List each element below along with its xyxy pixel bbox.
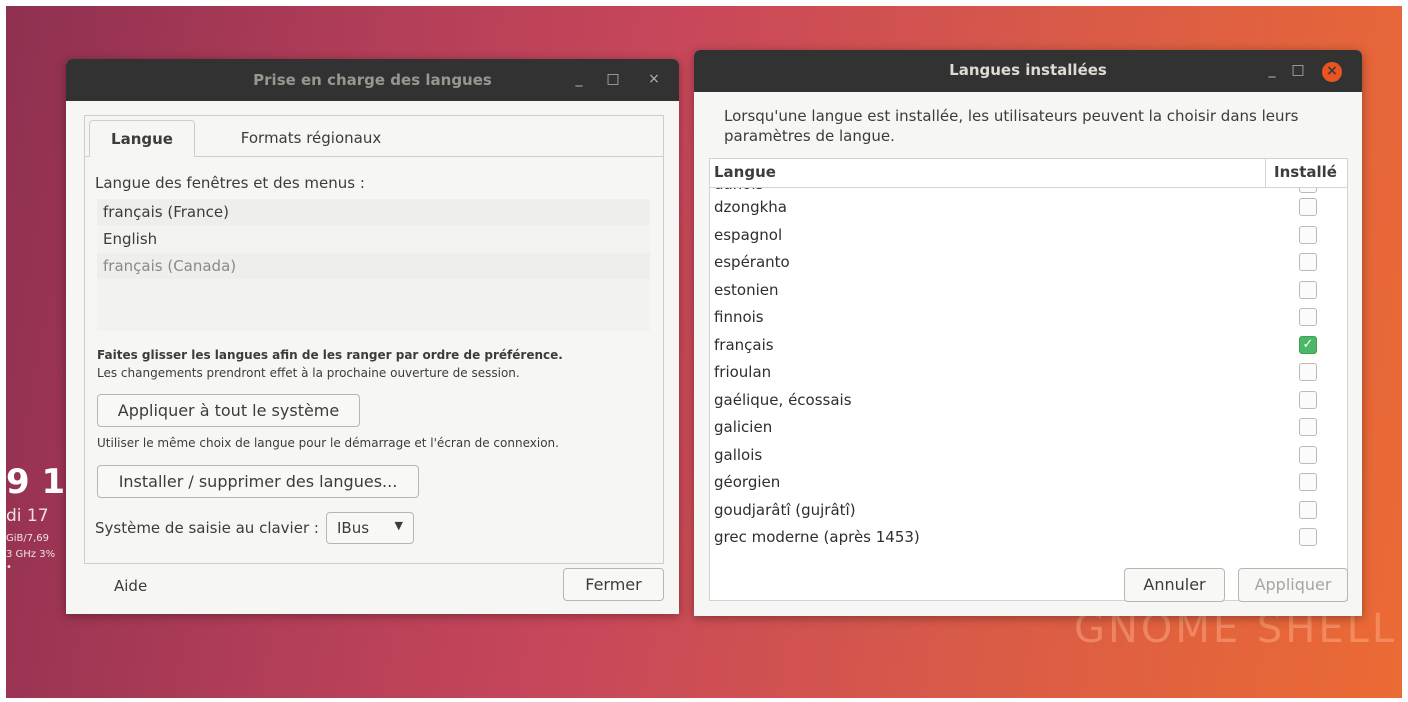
row-language-name: finnois [714, 308, 764, 326]
installed-checkbox[interactable] [1299, 280, 1317, 299]
installed-checkbox[interactable] [1299, 198, 1317, 216]
column-header-language[interactable]: Langue [714, 163, 776, 181]
column-divider [1265, 159, 1266, 187]
installed-checkbox[interactable] [1299, 473, 1317, 491]
maximize-icon[interactable]: □ [603, 69, 623, 89]
table-row[interactable]: galicien [710, 414, 1347, 442]
row-language-name: grec moderne (après 1453) [714, 528, 920, 546]
input-method-value: IBus [337, 519, 370, 537]
tab-regional-formats[interactable]: Formats régionaux [221, 120, 401, 156]
table-row[interactable]: gaélique, écossais [710, 387, 1347, 415]
minimize-icon[interactable]: _ [569, 69, 589, 89]
effect-hint: Les changements prendront effet à la pro… [97, 366, 520, 380]
installed-checkbox[interactable] [1299, 418, 1317, 436]
row-language-name: galicien [714, 418, 773, 436]
input-method-label: Système de saisie au clavier : [95, 519, 319, 537]
tab-panel: Langue Formats régionaux Langue des fenê… [84, 115, 664, 564]
installed-checkbox[interactable] [1299, 363, 1317, 381]
installed-checkbox[interactable] [1299, 253, 1317, 271]
installed-checkbox[interactable] [1299, 528, 1317, 546]
row-language-name: estonien [714, 280, 779, 299]
language-support-window: Prise en charge des langues _ □ × Langue… [66, 59, 679, 614]
tab-language[interactable]: Langue [89, 120, 195, 157]
table-row[interactable]: dzongkha [710, 194, 1347, 222]
close-icon[interactable]: × [1322, 62, 1342, 82]
table-row[interactable]: estonien [710, 277, 1347, 305]
description-text: Lorsqu'une langue est installée, les uti… [724, 107, 1299, 145]
install-remove-languages-button[interactable]: Installer / supprimer des langues... [97, 465, 419, 498]
row-language-name: goudjarâtî (gujrâtî) [714, 500, 856, 519]
row-language-name: gallois [714, 445, 763, 464]
help-link[interactable]: Aide [114, 577, 147, 595]
row-language-name: espéranto [714, 253, 790, 271]
table-row[interactable]: goudjarâtî (gujrâtî) [710, 497, 1347, 525]
installed-checkbox[interactable] [1299, 308, 1317, 326]
installed-languages-window: Langues installées _ □ × Lorsqu'une lang… [694, 50, 1362, 616]
row-language-name: français [714, 335, 774, 354]
installed-checkbox-checked[interactable]: ✓ [1299, 335, 1317, 354]
table-row[interactable]: français ✓ [710, 332, 1347, 360]
installed-checkbox[interactable] [1299, 500, 1317, 519]
close-button[interactable]: Fermer [563, 568, 664, 601]
list-item[interactable]: English [97, 226, 650, 252]
titlebar[interactable]: Langues installées _ □ × [694, 50, 1362, 92]
list-item[interactable]: français (Canada) [97, 253, 650, 279]
cancel-button[interactable]: Annuler [1124, 568, 1225, 602]
tab-bar: Langue Formats régionaux [85, 116, 663, 157]
row-language-name: géorgien [714, 473, 781, 491]
apply-system-wide-button[interactable]: Appliquer à tout le système [97, 394, 360, 427]
menu-language-label: Langue des fenêtres et des menus : [95, 174, 365, 192]
maximize-icon[interactable]: □ [1288, 60, 1308, 80]
installed-checkbox[interactable] [1299, 445, 1317, 464]
table-row[interactable]: frioulan [710, 359, 1347, 387]
close-icon[interactable]: × [644, 69, 664, 89]
drag-hint: Faites glisser les langues afin de les r… [97, 348, 563, 362]
chevron-down-icon: ▼ [394, 519, 403, 532]
table-row[interactable]: espéranto [710, 249, 1347, 277]
row-language-name: frioulan [714, 363, 772, 381]
conky-date: di 17 [6, 506, 49, 526]
login-hint: Utiliser le même choix de langue pour le… [97, 436, 559, 450]
installed-checkbox[interactable] [1299, 225, 1317, 244]
table-header: Langue Installé [710, 159, 1347, 188]
language-order-list[interactable]: français (France) English français (Cana… [97, 199, 650, 331]
column-header-installed[interactable]: Installé [1274, 163, 1337, 181]
table-row[interactable]: grec moderne (après 1453) [710, 524, 1347, 552]
table-row[interactable]: finnois [710, 304, 1347, 332]
table-row[interactable]: géorgien [710, 469, 1347, 497]
list-item[interactable]: français (France) [97, 199, 650, 225]
table-row[interactable]: espagnol [710, 222, 1347, 250]
row-language-name: gaélique, écossais [714, 390, 852, 409]
apply-button[interactable]: Appliquer [1238, 568, 1348, 602]
titlebar[interactable]: Prise en charge des langues _ □ × [66, 59, 679, 101]
input-method-select[interactable]: IBus ▼ [326, 512, 414, 544]
conky-dot: • [6, 562, 12, 573]
minimize-icon[interactable]: _ [1262, 60, 1282, 80]
row-language-name: espagnol [714, 225, 783, 244]
conky-memory: GiB/7,69 [6, 533, 50, 544]
conky-cpu: 3 GHz 3% [6, 549, 56, 560]
row-language-name: dzongkha [714, 198, 787, 216]
table-row[interactable]: gallois [710, 442, 1347, 470]
installed-checkbox[interactable] [1299, 390, 1317, 409]
languages-table[interactable]: Langue Installé danois dzongkhaespagnole… [709, 158, 1348, 601]
